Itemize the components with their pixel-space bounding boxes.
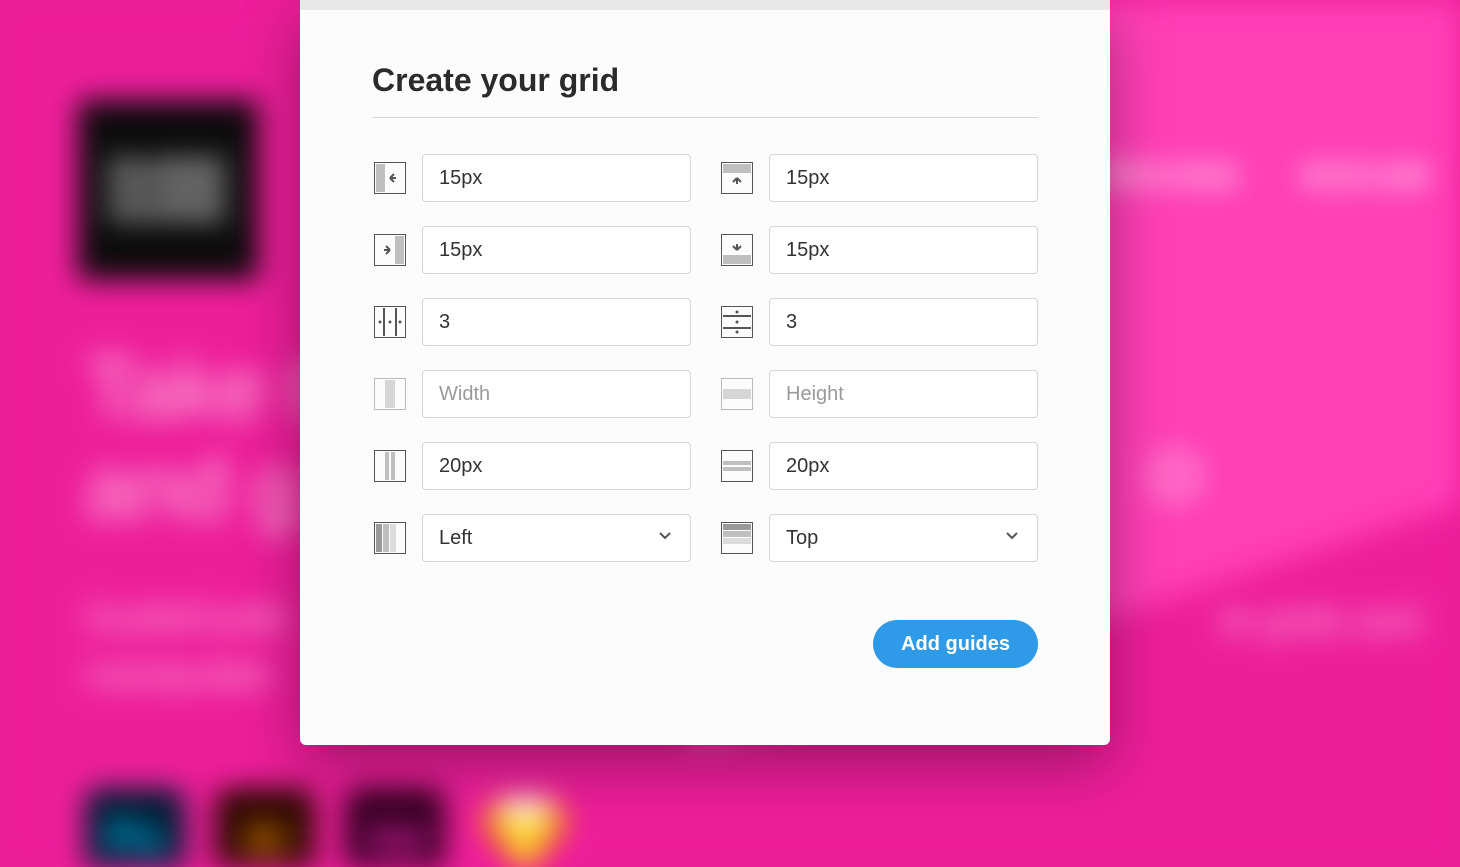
- row-count-icon: [719, 304, 755, 340]
- dialog-title: Create your grid: [372, 62, 1038, 118]
- bg-app-icons: Ps Ai Xd: [85, 788, 575, 867]
- guideguide-logo: GUIDE GUIDE: [78, 100, 258, 280]
- row-height-input[interactable]: Height: [769, 370, 1038, 418]
- sketch-icon: [475, 788, 575, 867]
- photoshop-icon: Ps: [85, 788, 185, 867]
- column-margin-left-icon: [372, 160, 408, 196]
- field-column-margin-right: 15px: [372, 226, 691, 274]
- column-align-select[interactable]: Left: [422, 514, 691, 562]
- illustrator-icon: Ai: [215, 788, 315, 867]
- field-row-margin-top: 15px: [719, 154, 1038, 202]
- row-gutter-icon: [719, 448, 755, 484]
- row-margin-bottom-icon: [719, 232, 755, 268]
- bg-nav: PRICING DOCUM: [1096, 160, 1430, 194]
- create-grid-dialog: Create your grid 15px: [300, 0, 1110, 745]
- row-margin-bottom-input[interactable]: 15px: [769, 226, 1038, 274]
- row-align-icon: [719, 520, 755, 556]
- field-column-width: Width: [372, 370, 691, 418]
- column-gutter-icon: [372, 448, 408, 484]
- column-count-icon: [372, 304, 408, 340]
- row-gutter-input[interactable]: 20px: [769, 442, 1038, 490]
- column-align-icon: [372, 520, 408, 556]
- bg-circle: [1152, 452, 1200, 500]
- field-row-count: 3: [719, 298, 1038, 346]
- row-align-select[interactable]: Top: [769, 514, 1038, 562]
- field-row-gutter: 20px: [719, 442, 1038, 490]
- chevron-down-icon: [1003, 526, 1021, 550]
- column-margin-right-icon: [372, 232, 408, 268]
- column-width-icon: [372, 376, 408, 412]
- chevron-down-icon: [656, 526, 674, 550]
- grid-form: 15px 15px: [372, 154, 1038, 562]
- field-column-margin-left: 15px: [372, 154, 691, 202]
- column-count-input[interactable]: 3: [422, 298, 691, 346]
- column-width-input[interactable]: Width: [422, 370, 691, 418]
- field-column-count: 3: [372, 298, 691, 346]
- field-row-align: Top: [719, 514, 1038, 562]
- field-column-gutter: 20px: [372, 442, 691, 490]
- column-gutter-input[interactable]: 20px: [422, 442, 691, 490]
- field-row-margin-bottom: 15px: [719, 226, 1038, 274]
- add-guides-button[interactable]: Add guides: [873, 620, 1038, 668]
- bg-sub-right: te grids and: [1221, 600, 1420, 643]
- column-margin-left-input[interactable]: 15px: [422, 154, 691, 202]
- row-margin-top-input[interactable]: 15px: [769, 154, 1038, 202]
- bg-heading: Take t and g: [85, 340, 314, 538]
- bg-subheading: GuideGuide manipulate: [85, 590, 288, 704]
- field-row-height: Height: [719, 370, 1038, 418]
- column-margin-right-input[interactable]: 15px: [422, 226, 691, 274]
- dialog-actions: Add guides: [372, 620, 1038, 668]
- row-count-input[interactable]: 3: [769, 298, 1038, 346]
- field-column-align: Left: [372, 514, 691, 562]
- xd-icon: Xd: [345, 788, 445, 867]
- row-margin-top-icon: [719, 160, 755, 196]
- row-height-icon: [719, 376, 755, 412]
